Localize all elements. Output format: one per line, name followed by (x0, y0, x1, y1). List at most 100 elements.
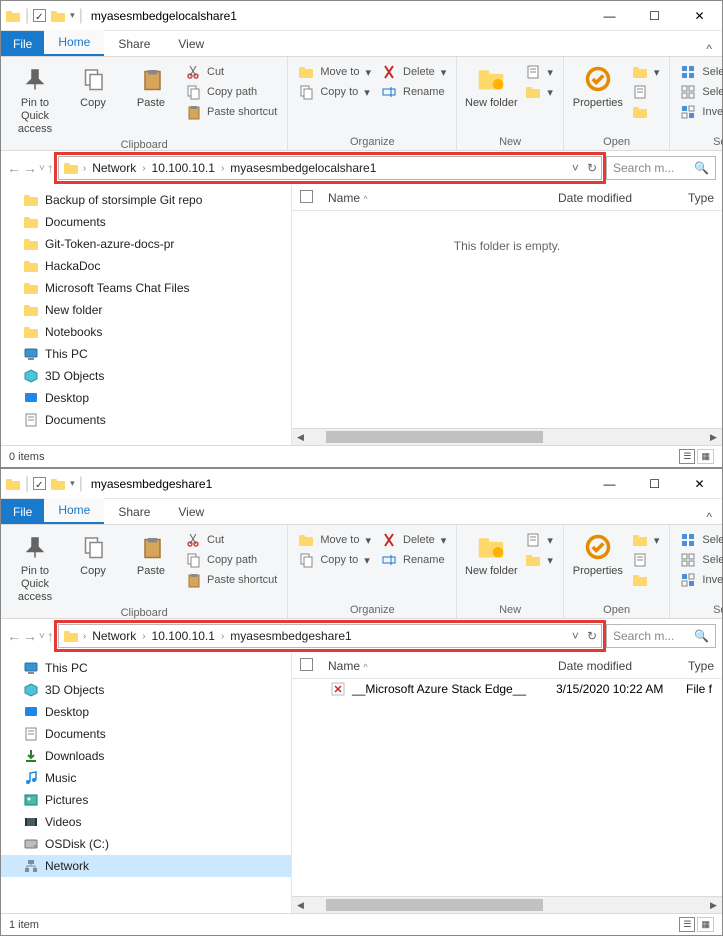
nav-item[interactable]: Documents (1, 211, 291, 233)
address-dropdown[interactable]: ˅ (572, 161, 579, 175)
new-folder-button[interactable]: New folder (463, 59, 519, 110)
copy-to-button[interactable]: Copy to ▾ (294, 83, 375, 101)
move-to-button[interactable]: Move to ▾ (294, 531, 375, 549)
up-button[interactable]: ↑ (47, 160, 54, 176)
address-bar[interactable]: ›Network›10.100.10.1›myasesmbedgelocalsh… (58, 156, 602, 180)
forward-button[interactable]: → (23, 628, 37, 644)
history-button[interactable] (628, 103, 664, 121)
nav-item[interactable]: Network (1, 855, 291, 877)
titlebar[interactable]: | ▾ | myasesmbedgeshare1 — ☐ ✕ (1, 469, 722, 499)
delete-button[interactable]: Delete ▾ (377, 531, 450, 549)
collapse-ribbon-button[interactable]: ^ (696, 42, 722, 56)
breadcrumb-segment[interactable]: 10.100.10.1 (146, 629, 221, 643)
nav-item[interactable]: OSDisk (C:) (1, 833, 291, 855)
nav-item[interactable]: HackaDoc (1, 255, 291, 277)
navigation-pane[interactable]: This PC3D ObjectsDesktopDocumentsDownloa… (1, 653, 291, 913)
file-list[interactable]: __Microsoft Azure Stack Edge__3/15/2020 … (292, 679, 722, 896)
back-button[interactable]: ← (7, 628, 21, 644)
maximize-button[interactable]: ☐ (632, 1, 677, 31)
new-folder-button[interactable]: New folder (463, 527, 519, 578)
file-list[interactable]: This folder is empty. (292, 211, 722, 428)
share-tab[interactable]: Share (104, 500, 164, 524)
maximize-button[interactable]: ☐ (632, 469, 677, 499)
refresh-button[interactable]: ↻ (587, 161, 597, 175)
home-tab[interactable]: Home (44, 498, 104, 524)
nav-item[interactable]: Documents (1, 723, 291, 745)
nav-item[interactable]: 3D Objects (1, 365, 291, 387)
recent-button[interactable]: ˅ (39, 163, 45, 174)
date-column[interactable]: Date modified (550, 191, 680, 205)
breadcrumb-segment[interactable]: Network (86, 629, 142, 643)
date-column[interactable]: Date modified (550, 659, 680, 673)
icons-view-button[interactable]: ▦ (697, 917, 714, 932)
nav-item[interactable]: Pictures (1, 789, 291, 811)
paste-button[interactable]: Paste (123, 59, 179, 110)
minimize-button[interactable]: — (587, 469, 632, 499)
home-tab[interactable]: Home (44, 30, 104, 56)
nav-item[interactable]: Desktop (1, 701, 291, 723)
select-all-button[interactable]: Select all (676, 531, 723, 549)
nav-item[interactable]: Desktop (1, 387, 291, 409)
qat-dropdown[interactable]: ▾ (70, 478, 75, 489)
qat-checkbox[interactable] (33, 477, 46, 490)
nav-item[interactable]: Documents (1, 409, 291, 431)
select-none-button[interactable]: Select none (676, 551, 723, 569)
titlebar[interactable]: | ▾ | myasesmbedgelocalshare1 — ☐ ✕ (1, 1, 722, 31)
address-dropdown[interactable]: ˅ (572, 629, 579, 643)
name-column[interactable]: Name ^ (320, 659, 550, 673)
view-tab[interactable]: View (164, 500, 218, 524)
details-view-button[interactable]: ☰ (679, 449, 695, 464)
nav-item[interactable]: New folder (1, 299, 291, 321)
search-input[interactable]: Search m...🔍 (606, 156, 716, 180)
properties-button[interactable]: Properties (570, 59, 626, 110)
easy-access-button[interactable]: ▾ (521, 83, 557, 101)
share-tab[interactable]: Share (104, 32, 164, 56)
horizontal-scrollbar[interactable]: ◀▶ (292, 428, 722, 445)
select-all-checkbox[interactable] (300, 190, 313, 203)
nav-item[interactable]: 3D Objects (1, 679, 291, 701)
breadcrumb-segment[interactable]: Network (86, 161, 142, 175)
select-all-button[interactable]: Select all (676, 63, 723, 81)
select-none-button[interactable]: Select none (676, 83, 723, 101)
type-column[interactable]: Type (680, 659, 722, 673)
rename-button[interactable]: Rename (377, 83, 450, 101)
nav-item[interactable]: Git-Token-azure-docs-pr (1, 233, 291, 255)
invert-selection-button[interactable]: Invert selection (676, 103, 723, 121)
cut-button[interactable]: Cut (181, 531, 281, 549)
nav-item[interactable]: Music (1, 767, 291, 789)
copy-button[interactable]: Copy (65, 527, 121, 578)
history-button[interactable] (628, 571, 664, 589)
file-tab[interactable]: File (1, 31, 44, 56)
nav-item[interactable]: Notebooks (1, 321, 291, 343)
cut-button[interactable]: Cut (181, 63, 281, 81)
nav-item[interactable]: Videos (1, 811, 291, 833)
copy-to-button[interactable]: Copy to ▾ (294, 551, 375, 569)
paste-button[interactable]: Paste (123, 527, 179, 578)
close-button[interactable]: ✕ (677, 469, 722, 499)
properties-button[interactable]: Properties (570, 527, 626, 578)
move-to-button[interactable]: Move to ▾ (294, 63, 375, 81)
horizontal-scrollbar[interactable]: ◀▶ (292, 896, 722, 913)
edit-button[interactable] (628, 551, 664, 569)
refresh-button[interactable]: ↻ (587, 629, 597, 643)
pin-button[interactable]: Pin to Quick access (7, 527, 63, 605)
copy-button[interactable]: Copy (65, 59, 121, 110)
rename-button[interactable]: Rename (377, 551, 450, 569)
type-column[interactable]: Type (680, 191, 722, 205)
collapse-ribbon-button[interactable]: ^ (696, 510, 722, 524)
nav-item[interactable]: This PC (1, 657, 291, 679)
up-button[interactable]: ↑ (47, 628, 54, 644)
delete-button[interactable]: Delete ▾ (377, 63, 450, 81)
icons-view-button[interactable]: ▦ (697, 449, 714, 464)
nav-item[interactable]: Backup of storsimple Git repo (1, 189, 291, 211)
open-button[interactable]: ▾ (628, 63, 664, 81)
copy-path-button[interactable]: Copy path (181, 551, 281, 569)
recent-button[interactable]: ˅ (39, 631, 45, 642)
forward-button[interactable]: → (23, 160, 37, 176)
breadcrumb-segment[interactable]: myasesmbedgelocalshare1 (224, 161, 382, 175)
nav-item[interactable]: Downloads (1, 745, 291, 767)
close-button[interactable]: ✕ (677, 1, 722, 31)
minimize-button[interactable]: — (587, 1, 632, 31)
search-input[interactable]: Search m...🔍 (606, 624, 716, 648)
easy-access-button[interactable]: ▾ (521, 551, 557, 569)
